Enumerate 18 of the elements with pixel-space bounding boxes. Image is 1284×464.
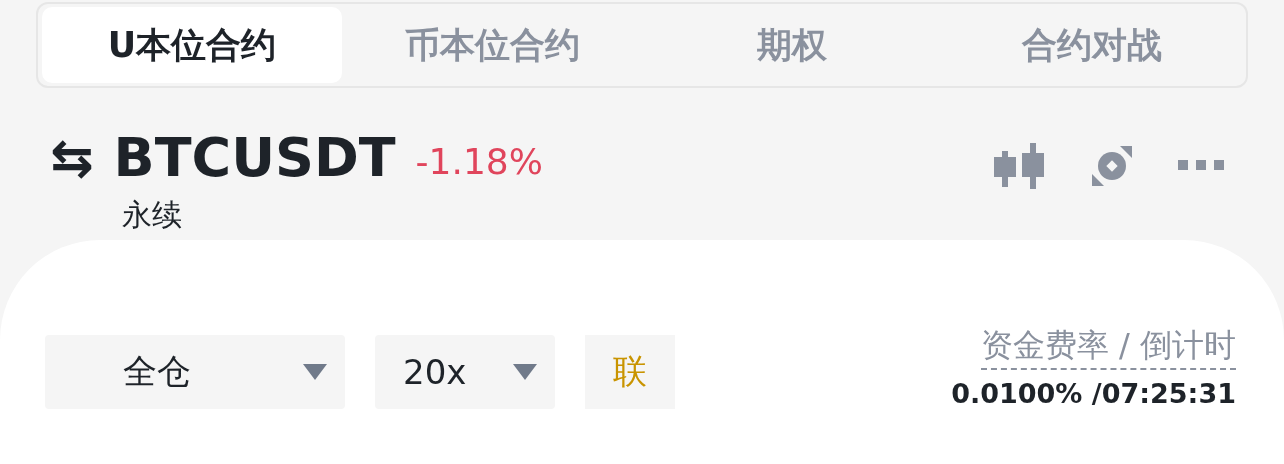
mode-tag[interactable]: 联 — [585, 335, 675, 409]
caret-icon — [513, 364, 537, 380]
tab[interactable]: 合约对战 — [942, 7, 1242, 83]
candlestick-icon[interactable] — [994, 143, 1046, 189]
dropdown[interactable]: 20x — [375, 335, 555, 409]
funding-label[interactable]: 资金费率 / 倒计时 — [980, 324, 1236, 370]
tab[interactable]: U本位合约 — [42, 7, 342, 83]
tab[interactable]: 币本位合约 — [342, 7, 642, 83]
ring-icon[interactable] — [1092, 146, 1132, 186]
contract-type: 永续 — [122, 196, 183, 234]
symbol-name: BTCUSDT — [113, 126, 396, 189]
caret-icon — [303, 364, 327, 380]
more-icon[interactable] — [1178, 160, 1224, 172]
tab[interactable]: 期权 — [642, 7, 942, 83]
dropdown[interactable]: 全仓 — [45, 335, 345, 409]
funding-value: 0.0100% /07:25:31 — [951, 378, 1236, 409]
price-change: -1.18% — [415, 141, 543, 182]
swap-icon[interactable]: ⇆ — [50, 131, 94, 184]
